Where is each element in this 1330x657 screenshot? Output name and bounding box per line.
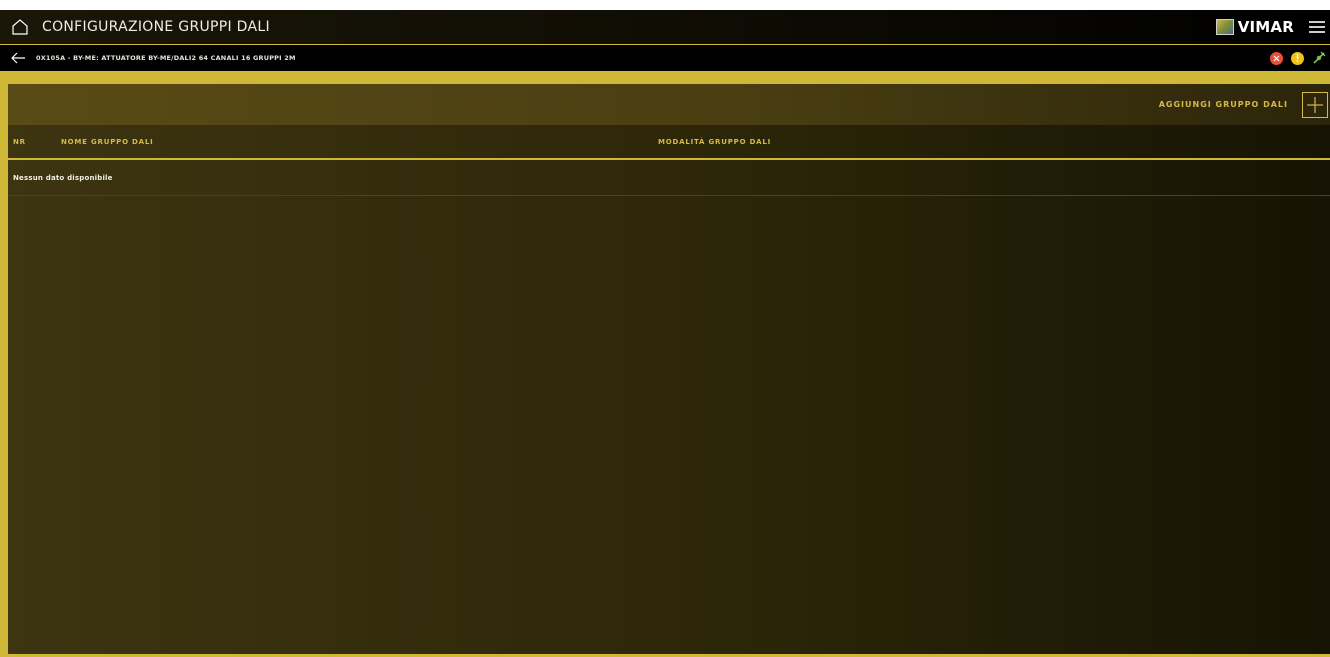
dali-groups-panel: AGGIUNGI GRUPPO DALI NR NOME GRUPPO DALI… <box>8 84 1330 654</box>
back-arrow-icon <box>11 52 25 64</box>
connection-icon[interactable] <box>1312 51 1326 65</box>
status-icons <box>1270 51 1326 65</box>
page-title: CONFIGURAZIONE GRUPPI DALI <box>42 19 270 35</box>
panel-toolbar: AGGIUNGI GRUPPO DALI <box>8 84 1330 125</box>
column-header-nr[interactable]: NR <box>13 138 26 146</box>
brand-mark-icon <box>1215 19 1234 35</box>
table-header: NR NOME GRUPPO DALI MODALITÀ GRUPPO DALI <box>8 125 1330 160</box>
app-header: CONFIGURAZIONE GRUPPI DALI VIMAR <box>0 10 1330 44</box>
brand-name: VIMAR <box>1237 18 1294 36</box>
home-button[interactable] <box>0 10 40 44</box>
back-button[interactable] <box>0 45 36 72</box>
device-bar: 0X105A - BY-ME: ATTUATORE BY-ME/DALI2 64… <box>0 44 1330 71</box>
column-header-name[interactable]: NOME GRUPPO DALI <box>61 138 154 146</box>
empty-table-message: Nessun dato disponibile <box>8 160 1330 196</box>
home-icon <box>12 19 28 35</box>
column-header-mode[interactable]: MODALITÀ GRUPPO DALI <box>658 138 771 146</box>
plus-icon <box>1307 96 1323 113</box>
hamburger-menu-icon <box>1309 21 1325 33</box>
menu-button[interactable] <box>1304 10 1330 44</box>
content-frame: AGGIUNGI GRUPPO DALI NR NOME GRUPPO DALI… <box>0 71 1330 657</box>
add-group-label[interactable]: AGGIUNGI GRUPPO DALI <box>1159 100 1288 109</box>
device-name: 0X105A - BY-ME: ATTUATORE BY-ME/DALI2 64… <box>36 54 296 62</box>
brand-logo: VIMAR <box>1215 18 1294 36</box>
add-group-button[interactable] <box>1302 91 1328 118</box>
error-icon[interactable] <box>1270 51 1283 65</box>
warning-icon[interactable] <box>1291 51 1304 65</box>
